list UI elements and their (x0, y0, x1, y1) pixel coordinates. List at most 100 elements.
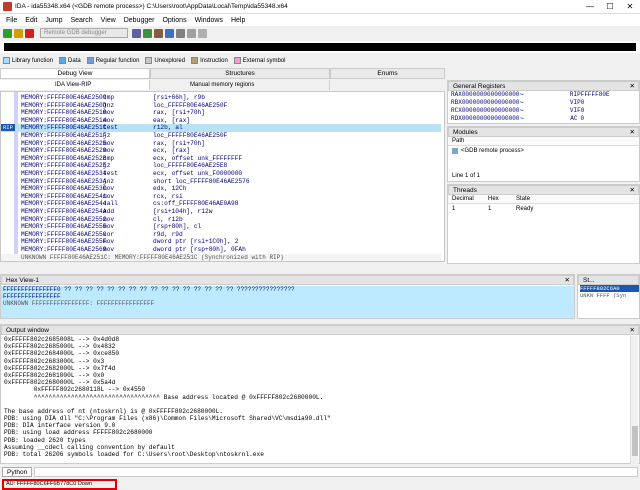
register-name: RDX (451, 115, 462, 122)
navigation-band[interactable] (0, 41, 640, 53)
menu-search[interactable]: Search (66, 17, 96, 24)
disassembly-line[interactable]: MEMORY:FFFFF80E46AE2569 mov dword ptr [rsp… (1, 246, 441, 254)
disassembly-view[interactable]: MEMORY:FFFFF80E46AE2509 cmp [rsi+66h], r9b… (0, 91, 445, 262)
start-process-icon[interactable] (3, 28, 12, 38)
register-row[interactable]: RAX 0000000000000000 ↪ RIP FFFFF80E (448, 91, 639, 99)
register-name: VIF (569, 107, 581, 114)
output-line: 0xFFFFF802c2685000L --> 0x4832 (4, 343, 116, 351)
menu-debugger[interactable]: Debugger (120, 17, 159, 24)
cli-language-button[interactable]: Python (2, 467, 33, 477)
threads-title: Threads (453, 186, 477, 194)
tab-structures[interactable]: Structures (150, 68, 330, 79)
table-row[interactable]: 1 1 Ready (448, 204, 639, 213)
threads-col-decimal: Decimal (452, 196, 474, 202)
arrow-icon[interactable]: ↪ (520, 115, 526, 123)
register-value: 0000000000000000 (461, 115, 520, 122)
output-line: PDB: loaded 2620 types (4, 436, 86, 444)
table-row[interactable]: <GDB remote process> (448, 146, 639, 155)
menu-options[interactable]: Options (158, 17, 190, 24)
output-line: PDB: using DIA dll "C:\Program Files (x8… (4, 415, 331, 423)
close-button[interactable]: ✕ (620, 2, 640, 11)
command-input[interactable] (34, 467, 638, 477)
modules-footer: Line 1 of 1 (452, 173, 481, 179)
register-value: 0 (580, 107, 585, 114)
step-out-icon[interactable] (176, 28, 185, 38)
register-name: AC (570, 115, 578, 122)
close-icon[interactable]: ✕ (630, 186, 635, 194)
hex-view-header: Hex View-1 ✕ (1, 275, 574, 285)
register-row[interactable]: RBX 0000000000000000 ↪ VIP 0 (448, 99, 639, 107)
stop-icon[interactable] (25, 28, 34, 38)
output-line: PDB: using load address FFFFF802c2680000 (4, 429, 153, 437)
threads-panel: Threads ✕ Decimal Hex State 1 1 Ready (447, 184, 640, 264)
menu-file[interactable]: File (2, 17, 21, 24)
legend-swatch-instruction (191, 57, 199, 64)
run-to-cursor-icon[interactable] (165, 28, 174, 38)
close-icon[interactable]: ✕ (565, 276, 570, 284)
stack-line: FFFFF802C6A0 (580, 285, 639, 292)
menu-help[interactable]: Help (227, 17, 249, 24)
main-tab-strip: Debug View Structures Enums (0, 68, 445, 79)
close-icon[interactable]: ✕ (630, 326, 635, 334)
disassembly-status: UNKNOWN FFFFF80E46AE251C: MEMORY:FFFFF80… (1, 254, 441, 261)
status-text: AU: FFFFF80C6FF6B778C0 Down (2, 479, 117, 490)
arrow-icon[interactable]: ↪ (520, 99, 526, 107)
step-over-icon[interactable] (154, 28, 163, 38)
thread-hex: 1 (488, 205, 492, 212)
modules-panel: Modules ✕ Path <GDB remote process> Line… (447, 126, 640, 182)
hex-line: FFFFFFFFFFFFFFFF (3, 293, 61, 300)
arrow-icon[interactable]: ↪ (520, 91, 526, 99)
legend-item: Instruction (191, 57, 228, 64)
scrollbar-thumb[interactable] (632, 426, 638, 456)
thread-decimal: 1 (452, 205, 456, 212)
general-registers-panel: General Registers ✕ RAX 0000000000000000 ↪… (447, 80, 640, 124)
menu-windows[interactable]: Windows (191, 17, 227, 24)
step-into-icon[interactable] (143, 28, 152, 38)
register-value: FFFFF80E (580, 91, 610, 98)
pause-icon[interactable] (14, 28, 23, 38)
output-title: Output window (6, 326, 49, 334)
tab-manual-memory-regions[interactable]: Manual memory regions (150, 80, 330, 90)
legend-swatch-library (3, 57, 10, 64)
menu-jump[interactable]: Jump (41, 17, 66, 24)
close-icon[interactable]: ✕ (630, 82, 635, 90)
stack-line: UNKN FFFF (Syn (580, 292, 627, 299)
hex-dump[interactable]: FFFFFFFFFFFFFFF0 ?? ?? ?? ?? ?? ?? ?? ??… (1, 286, 574, 318)
breakpoint-icon[interactable] (187, 28, 196, 38)
debugger-select[interactable]: Remote GDB debugger (40, 28, 128, 38)
output-line: 0xFFFFF802c2681000L --> 0x0 (4, 371, 105, 379)
disassembly-mnemonic: mov (103, 246, 115, 253)
output-line: The base address of nt (ntoskrnl) is @ 0… (4, 407, 224, 415)
status-bar: AU: FFFFF80C6FF6B778C0 Down (0, 479, 640, 490)
minimize-button[interactable]: — (580, 2, 600, 11)
stack-view-header: St... (578, 275, 639, 285)
tab-ida-view-rip[interactable]: IDA View-RIP (0, 80, 150, 90)
hex-view-title: Hex View-1 (6, 276, 40, 284)
hex-line: UNKNOWN FFFFFFFFFFFFFFFF: FFFFFFFFFFFFFF… (3, 300, 155, 307)
maximize-button[interactable]: ☐ (600, 2, 620, 11)
modules-col-path: Path (452, 138, 465, 144)
menu-edit[interactable]: Edit (21, 17, 41, 24)
register-value: 0000000000000000 (461, 91, 520, 98)
menu-view[interactable]: View (97, 17, 120, 24)
attach-icon[interactable] (132, 28, 141, 38)
close-icon[interactable]: ✕ (630, 128, 635, 136)
arrow-icon[interactable]: ↪ (520, 107, 526, 115)
output-header: Output window ✕ (1, 325, 639, 335)
threads-col-hex: Hex (488, 196, 499, 202)
tab-enums[interactable]: Enums (330, 68, 445, 79)
tab-debug-view[interactable]: Debug View (0, 68, 150, 79)
navigation-band-bar[interactable] (4, 43, 636, 51)
register-row[interactable]: RCX 0000000000000000 ↪ VIF 0 (448, 107, 639, 115)
output-scrollbar[interactable] (630, 336, 638, 464)
output-line: 0xFFFFF802c2680118L --> 0x4550 (4, 386, 146, 394)
output-text[interactable]: 0xFFFFF802c2685008L --> 0x4d0d8 0xFFFFF80… (4, 336, 624, 464)
register-row[interactable]: RDX 0000000000000000 ↪ AC 0 (448, 115, 639, 123)
output-line: 0xFFFFF802c2683000L --> 0x3 (4, 357, 105, 365)
output-line: 0xFFFFF802c2685008L --> 0x4d0d8 (4, 336, 120, 343)
output-line: PDB: DIA interface version 9.0 (4, 422, 116, 430)
trace-icon[interactable] (198, 28, 207, 38)
stack-dump[interactable]: FFFFF802C6A0 UNKN FFFF (Syn (578, 285, 639, 299)
thread-state: Ready (516, 205, 534, 212)
